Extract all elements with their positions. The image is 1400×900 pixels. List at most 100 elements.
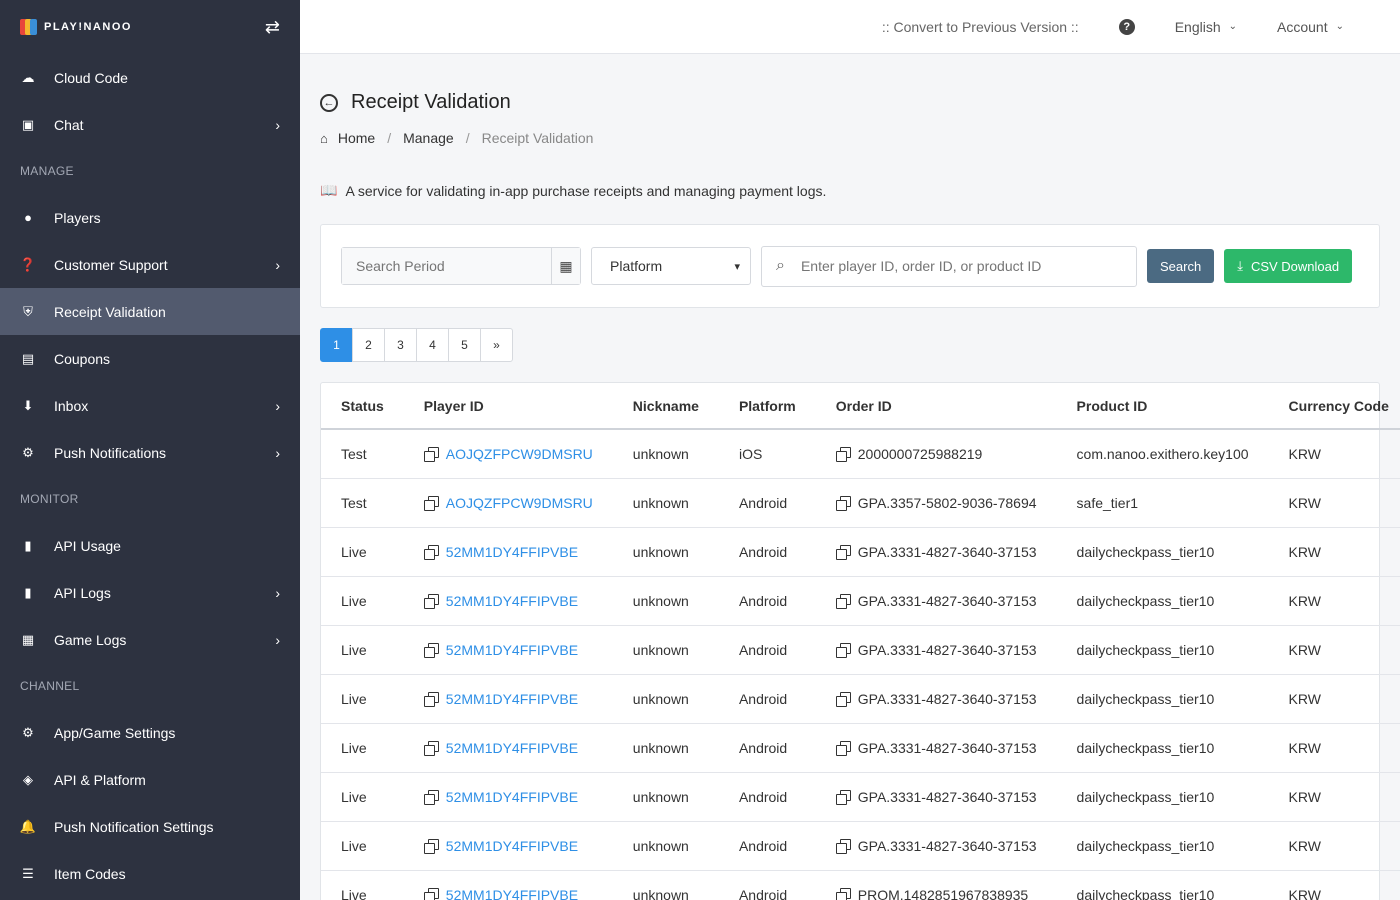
table-row[interactable]: Live 52MM1DY4FFIPVBE unknown Android GPA.333… xyxy=(321,772,1400,822)
cell-product-id: dailycheckpass_tier10 xyxy=(1056,527,1269,577)
language-dropdown[interactable]: English ⌄ xyxy=(1175,19,1237,35)
cell-currency-code: KRW xyxy=(1268,723,1400,773)
table-row[interactable]: Live 52MM1DY4FFIPVBE unknown Android GPA.333… xyxy=(321,625,1400,675)
search-box: ⌕ xyxy=(761,245,1137,287)
breadcrumb-manage[interactable]: Manage xyxy=(403,130,454,146)
copy-icon[interactable] xyxy=(423,740,439,756)
search-icon: ⌕ xyxy=(776,257,785,274)
shield-icon: ⛨ xyxy=(23,303,33,319)
cell-platform: Android xyxy=(718,772,816,822)
copy-icon[interactable] xyxy=(423,446,439,462)
table-row[interactable]: Test AOJQZFPCW9DMSRU unknown iOS 20000007259… xyxy=(321,429,1400,479)
cell-currency-code: KRW xyxy=(1268,527,1400,577)
page-4-button[interactable]: 4 xyxy=(416,328,449,362)
cell-currency-code: KRW xyxy=(1268,429,1400,479)
copy-icon[interactable] xyxy=(835,593,851,609)
copy-icon[interactable] xyxy=(835,642,851,658)
table-row[interactable]: Live 52MM1DY4FFIPVBE unknown Android GPA.333… xyxy=(321,674,1400,724)
swap-icon[interactable]: ⇄ xyxy=(265,17,280,38)
sidebar-item-item-codes[interactable]: ☰ Item Codes xyxy=(0,850,300,897)
copy-icon[interactable] xyxy=(423,642,439,658)
copy-icon[interactable] xyxy=(835,887,851,900)
main-content: ← Receipt Validation ⌂ Home / Manage / R… xyxy=(300,55,1400,900)
sidebar-item-label: Receipt Validation xyxy=(54,303,166,320)
sidebar-item-customer-support[interactable]: ❓ Customer Support › xyxy=(0,241,300,288)
sidebar-item-cloud-code[interactable]: ☁ Cloud Code xyxy=(0,54,300,101)
page-5-button[interactable]: 5 xyxy=(448,328,481,362)
topbar: :: Convert to Previous Version :: ? Engl… xyxy=(300,0,1400,54)
page-1-button[interactable]: 1 xyxy=(320,328,353,362)
table-row[interactable]: Live 52MM1DY4FFIPVBE unknown Android PROM.14… xyxy=(321,870,1400,900)
copy-icon[interactable] xyxy=(835,740,851,756)
sidebar-item-app-game-settings[interactable]: ⚙ App/Game Settings xyxy=(0,709,300,756)
sidebar-item-label: Game Logs xyxy=(54,631,127,648)
copy-icon[interactable] xyxy=(835,544,851,560)
breadcrumb-home[interactable]: Home xyxy=(338,130,375,146)
table-row[interactable]: Live 52MM1DY4FFIPVBE unknown Android GPA.333… xyxy=(321,527,1400,577)
sidebar-item-api-logs[interactable]: ▮ API Logs › xyxy=(0,569,300,616)
table-row[interactable]: Live 52MM1DY4FFIPVBE unknown Android GPA.333… xyxy=(321,821,1400,871)
sidebar-item-label: API Usage xyxy=(54,537,121,554)
csv-download-button[interactable]: ⤓ CSV Download xyxy=(1224,249,1353,283)
player-id-link[interactable]: 52MM1DY4FFIPVBE xyxy=(446,887,578,900)
copy-icon[interactable] xyxy=(423,887,439,900)
sidebar-item-push-notification-settings[interactable]: 🔔 Push Notification Settings xyxy=(0,803,300,850)
cell-status: Test xyxy=(321,478,404,528)
sidebar-item-api-platform[interactable]: ◈ API & Platform xyxy=(0,756,300,803)
sidebar-item-chat[interactable]: ▣ Chat › xyxy=(0,101,300,148)
next-page-button[interactable]: » xyxy=(480,328,513,362)
table-row[interactable]: Test AOJQZFPCW9DMSRU unknown Android GPA.335… xyxy=(321,478,1400,528)
download-icon: ⤓ xyxy=(1237,258,1243,273)
calendar-icon[interactable]: ▦ xyxy=(551,248,580,284)
player-id-link[interactable]: 52MM1DY4FFIPVBE xyxy=(446,544,578,560)
search-input[interactable] xyxy=(800,258,1122,274)
sidebar-item-push-notifications[interactable]: ⚙ Push Notifications › xyxy=(0,429,300,476)
player-id-link[interactable]: 52MM1DY4FFIPVBE xyxy=(446,642,578,658)
page-3-button[interactable]: 3 xyxy=(384,328,417,362)
table-row[interactable]: Live 52MM1DY4FFIPVBE unknown Android GPA.333… xyxy=(321,576,1400,626)
copy-icon[interactable] xyxy=(835,691,851,707)
column-header-order-id: Order ID xyxy=(815,383,1057,430)
search-button[interactable]: Search xyxy=(1147,249,1215,283)
sidebar-item-inbox[interactable]: ⬇ Inbox › xyxy=(0,382,300,429)
sidebar-item-label: Push Notification Settings xyxy=(54,818,214,835)
page-2-button[interactable]: 2 xyxy=(352,328,385,362)
table-row[interactable]: Live 52MM1DY4FFIPVBE unknown Android GPA.333… xyxy=(321,723,1400,773)
player-id-link[interactable]: 52MM1DY4FFIPVBE xyxy=(446,593,578,609)
help-icon[interactable]: ? xyxy=(1118,18,1135,35)
player-id-link[interactable]: 52MM1DY4FFIPVBE xyxy=(446,789,578,805)
sidebar-item-players[interactable]: ● Players xyxy=(0,194,300,241)
back-arrow-icon[interactable]: ← xyxy=(320,93,338,112)
copy-icon[interactable] xyxy=(835,446,851,462)
copy-icon[interactable] xyxy=(835,495,851,511)
cell-player-id: AOJQZFPCW9DMSRU xyxy=(403,429,613,479)
logo[interactable]: PLAY!NANOO xyxy=(20,18,132,36)
sidebar-item-receipt-validation[interactable]: ⛨ Receipt Validation xyxy=(0,288,300,335)
order-id-text: GPA.3331-4827-3640-37153 xyxy=(857,837,1037,854)
sidebar-section-channel: CHANNEL xyxy=(20,679,80,693)
player-id-link[interactable]: AOJQZFPCW9DMSRU xyxy=(446,446,593,462)
sidebar-item-coupons[interactable]: ▤ Coupons xyxy=(0,335,300,382)
order-id-text: GPA.3331-4827-3640-37153 xyxy=(857,739,1037,756)
copy-icon[interactable] xyxy=(423,544,439,560)
convert-previous-version-link[interactable]: :: Convert to Previous Version :: xyxy=(882,19,1079,35)
order-id-text: GPA.3331-4827-3640-37153 xyxy=(857,788,1037,805)
platform-select[interactable]: Platform ▾ xyxy=(591,247,751,285)
copy-icon[interactable] xyxy=(423,691,439,707)
player-id-link[interactable]: 52MM1DY4FFIPVBE xyxy=(446,691,578,707)
copy-icon[interactable] xyxy=(423,495,439,511)
account-dropdown[interactable]: Account ⌄ xyxy=(1277,19,1344,35)
player-id-link[interactable]: 52MM1DY4FFIPVBE xyxy=(446,838,578,854)
copy-icon[interactable] xyxy=(835,789,851,805)
copy-icon[interactable] xyxy=(423,593,439,609)
players-icon: ● xyxy=(24,210,32,225)
copy-icon[interactable] xyxy=(835,838,851,854)
search-period-input[interactable] xyxy=(342,248,551,284)
sidebar-item-api-usage[interactable]: ▮ API Usage xyxy=(0,522,300,569)
sidebar-item-game-logs[interactable]: ▦ Game Logs › xyxy=(0,616,300,663)
copy-icon[interactable] xyxy=(423,789,439,805)
player-id-link[interactable]: AOJQZFPCW9DMSRU xyxy=(446,495,593,511)
copy-icon[interactable] xyxy=(423,838,439,854)
player-id-link[interactable]: 52MM1DY4FFIPVBE xyxy=(446,740,578,756)
breadcrumb-separator: / xyxy=(465,130,470,146)
